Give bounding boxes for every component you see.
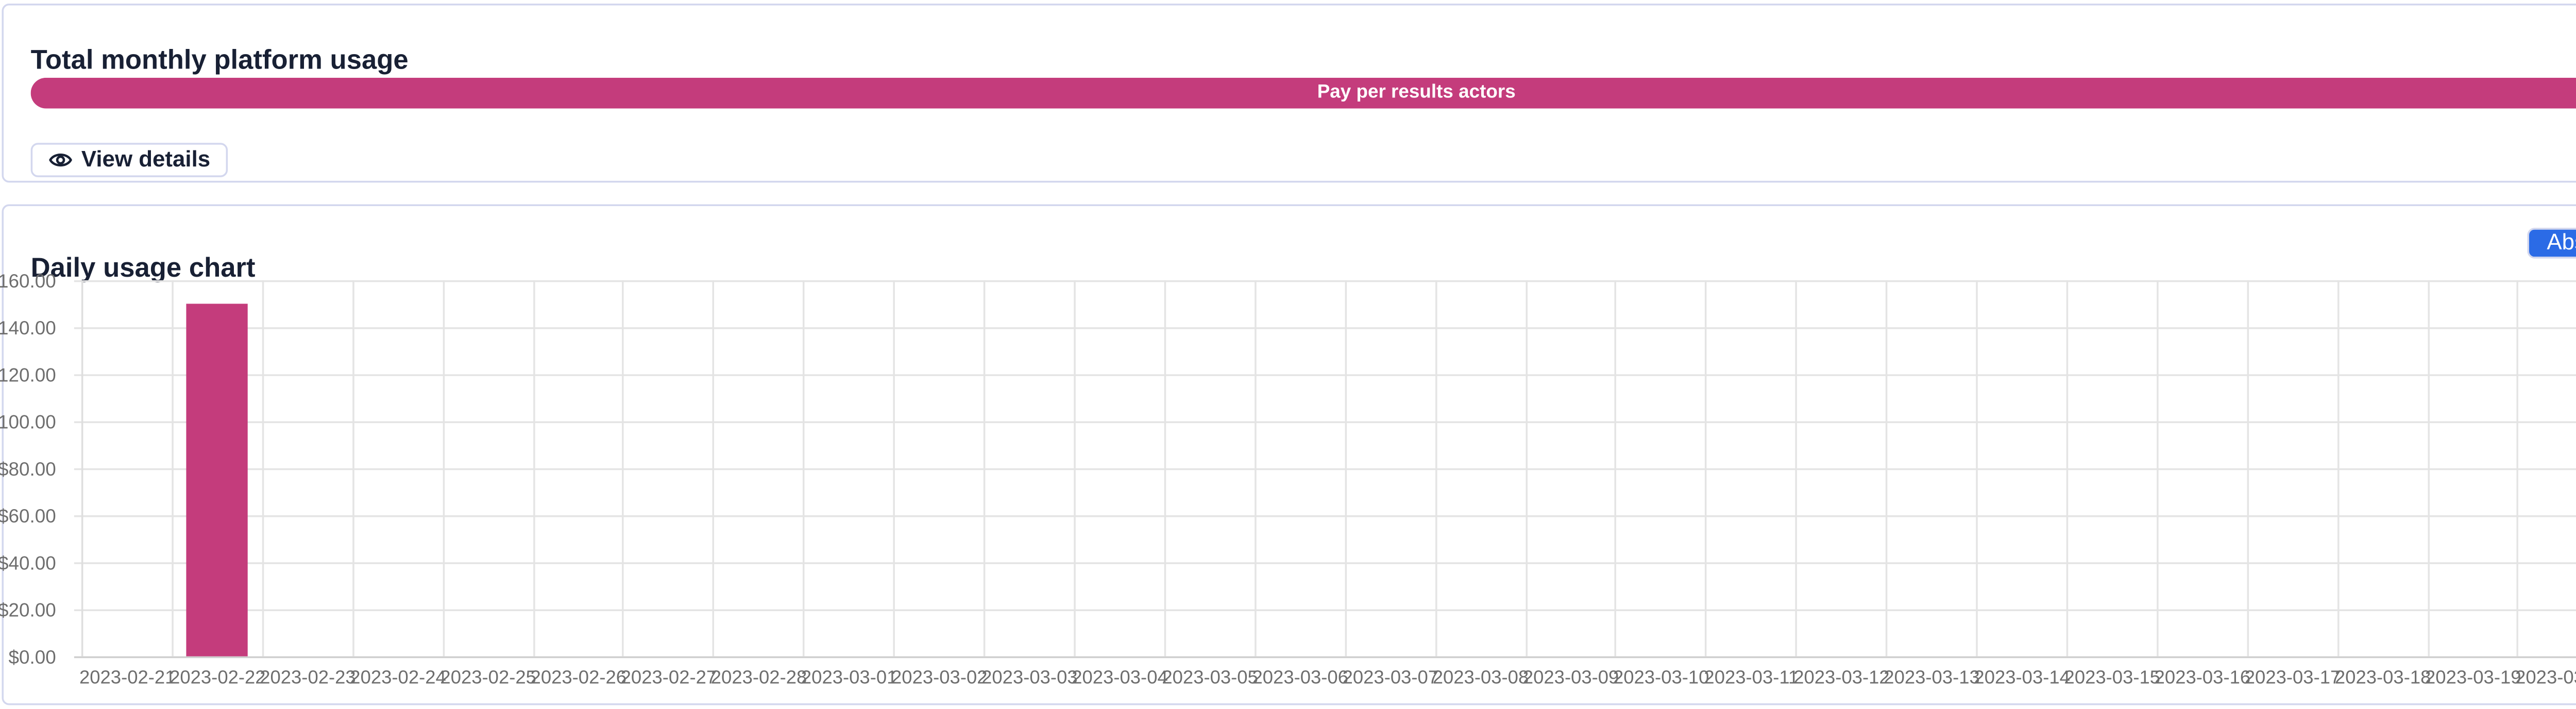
chart-column-2023-03-09: 2023-03-09 [1527,280,1617,656]
chart-column-2023-02-26: 2023-02-26 [534,280,624,656]
daily-usage-chart-card: Daily usage chart AbsoluteCumulative $16… [2,204,2576,705]
usage-bar-2023-02-22[interactable] [187,305,248,656]
chart-column-2023-03-02: 2023-03-02 [895,280,985,656]
x-axis-label: 2023-03-08 [1433,669,1529,689]
x-axis-label: 2023-03-06 [1252,669,1348,689]
x-axis-label: 2023-02-22 [170,669,266,689]
view-details-button[interactable]: View details [31,142,229,176]
chart-column-2023-03-13: 2023-03-13 [1888,280,1978,656]
x-axis-label: 2023-03-01 [801,669,897,689]
chart-column-2023-02-27: 2023-02-27 [624,280,715,656]
x-axis-label: 2023-02-23 [260,669,356,689]
y-axis-label: $60.00 [0,507,56,527]
x-axis-label: 2023-02-25 [440,669,536,689]
monthly-usage-title: Total monthly platform usage [31,47,409,74]
bar-chart-plot-area: $160.00$140.00$120.00$100.00$80.00$60.00… [81,280,2576,656]
chart-column-2023-03-11: 2023-03-11 [1707,280,1798,656]
x-axis-label: 2023-02-26 [531,669,627,689]
chart-column-2023-03-07: 2023-03-07 [1346,280,1436,656]
chart-mode-toggle: AbsoluteCumulative [2527,227,2576,258]
x-axis-label: 2023-02-24 [350,669,446,689]
x-axis-label: 2023-03-13 [1884,669,1980,689]
x-axis-label: 2023-03-11 [1704,669,1799,689]
x-axis-label: 2023-03-20 [2515,669,2576,689]
chart-column-2023-03-19: 2023-03-19 [2429,280,2519,656]
chart-column-2023-03-05: 2023-03-05 [1166,280,1256,656]
x-axis-label: 2023-03-03 [981,669,1078,689]
x-axis-label: 2023-03-10 [1613,669,1709,689]
y-gridline: $0.00 [74,656,2576,659]
daily-usage-chart-title: Daily usage chart [31,255,256,282]
chart-column-2023-03-01: 2023-03-01 [805,280,895,656]
x-axis-label: 2023-03-19 [2425,669,2521,689]
y-axis-label: $80.00 [0,460,56,480]
usage-segment-pay-per-results[interactable]: Pay per results actors [31,78,2576,108]
chart-column-2023-03-17: 2023-03-17 [2248,280,2338,656]
view-details-label: View details [81,146,210,172]
chart-column-2023-02-25: 2023-02-25 [444,280,534,656]
y-axis-label: $120.00 [0,366,56,386]
chart-column-2023-03-15: 2023-03-15 [2068,280,2158,656]
x-axis-label: 2023-03-09 [1523,669,1619,689]
x-axis-label: 2023-03-15 [2064,669,2161,689]
x-axis-label: 2023-03-07 [1343,669,1439,689]
y-axis-label: $0.00 [9,648,56,668]
usage-breakdown-bar: Pay per results actors [31,78,2576,108]
chart-column-2023-03-16: 2023-03-16 [2158,280,2248,656]
x-axis-label: 2023-03-16 [2155,669,2251,689]
x-axis-label: 2023-03-14 [1974,669,2070,689]
x-axis-label: 2023-03-18 [2335,669,2431,689]
x-axis-label: 2023-02-28 [711,669,807,689]
chart-column-2023-02-28: 2023-02-28 [715,280,805,656]
page: Total monthly platform usage $150.00 Pay… [0,0,2576,709]
y-axis-label: $40.00 [0,554,56,574]
x-axis-label: 2023-02-21 [79,669,176,689]
y-axis-label: $100.00 [0,413,56,433]
y-axis-label: $140.00 [0,319,56,339]
chart-column-2023-03-04: 2023-03-04 [1076,280,1166,656]
x-axis-label: 2023-03-17 [2245,669,2341,689]
y-axis-label: $20.00 [0,601,56,621]
chart-column-2023-02-22: 2023-02-22 [174,280,264,656]
chart-column-2023-03-10: 2023-03-10 [1617,280,1707,656]
toggle-absolute-button[interactable]: Absolute [2529,229,2576,257]
chart-column-2023-02-24: 2023-02-24 [354,280,444,656]
chart-column-2023-03-14: 2023-03-14 [1978,280,2068,656]
chart-column-2023-03-08: 2023-03-08 [1436,280,1527,656]
chart-column-2023-02-21: 2023-02-21 [83,280,173,656]
x-axis-label: 2023-03-04 [1072,669,1168,689]
y-axis-label: $160.00 [0,272,56,292]
chart-column-2023-03-20: 2023-03-20 [2519,280,2576,656]
chart-column-2023-03-18: 2023-03-18 [2338,280,2429,656]
chart-columns: 2023-02-212023-02-222023-02-232023-02-24… [81,280,2576,656]
eye-icon [49,147,73,171]
x-axis-label: 2023-03-12 [1793,669,1890,689]
chart-column-2023-03-06: 2023-03-06 [1256,280,1346,656]
x-axis-label: 2023-03-02 [891,669,988,689]
monthly-usage-card: Total monthly platform usage $150.00 Pay… [2,4,2576,182]
x-axis-label: 2023-02-27 [621,669,717,689]
chart-column-2023-02-23: 2023-02-23 [264,280,354,656]
chart-column-2023-03-12: 2023-03-12 [1798,280,1888,656]
x-axis-label: 2023-03-05 [1162,669,1258,689]
chart-column-2023-03-03: 2023-03-03 [986,280,1076,656]
